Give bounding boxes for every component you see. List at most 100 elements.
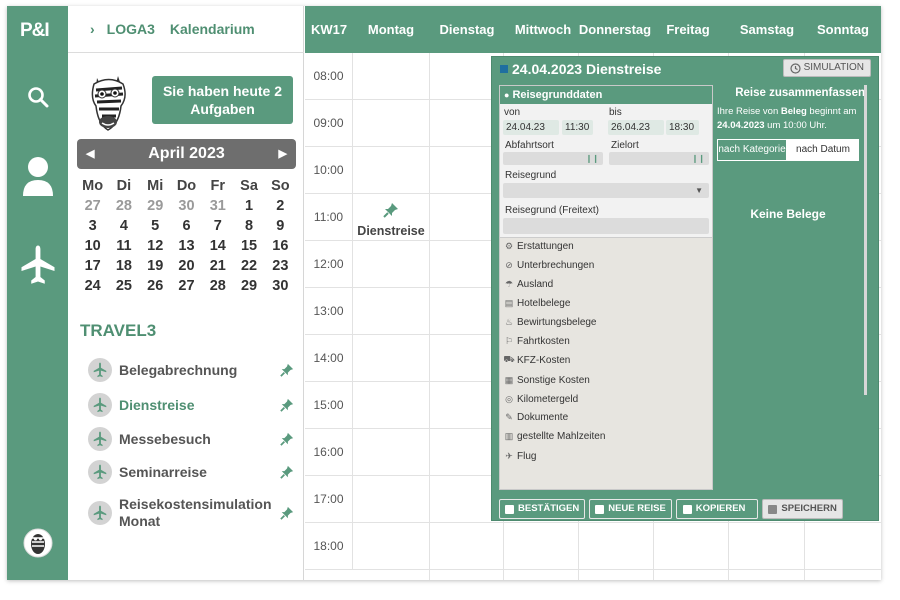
- pin-icon[interactable]: [280, 505, 294, 524]
- receipt-category-item[interactable]: ⊘ Unterbrechungen: [503, 260, 594, 271]
- day-header-sunday[interactable]: Sonntag: [805, 6, 881, 53]
- calendar-day[interactable]: 7: [202, 216, 233, 236]
- calendar-week-row: 24 25 26 27 28 29 30: [77, 276, 296, 296]
- calendar-day[interactable]: 18: [108, 256, 139, 276]
- day-header-monday[interactable]: Montag: [353, 6, 429, 53]
- calendar-day[interactable]: 8: [233, 216, 264, 236]
- calendar-day[interactable]: 26: [140, 276, 171, 296]
- day-header-wednesday[interactable]: Mittwoch: [505, 6, 581, 53]
- calendar-day[interactable]: 16: [265, 236, 296, 256]
- receipt-category-item[interactable]: ✈ Flug: [503, 451, 536, 462]
- abfahrtsort-field[interactable]: ❙❙: [503, 152, 603, 165]
- receipt-category-item[interactable]: ✎ Dokumente: [503, 412, 568, 423]
- hotel-icon: ▤: [504, 298, 514, 308]
- airplane-icon[interactable]: [7, 244, 68, 286]
- calendar-day[interactable]: 11: [108, 236, 139, 256]
- travel-item[interactable]: Seminarreise: [88, 460, 294, 484]
- zielort-field[interactable]: ❙❙: [609, 152, 709, 165]
- calendar-day[interactable]: 19: [140, 256, 171, 276]
- pin-icon[interactable]: [280, 464, 294, 483]
- chevron-right-icon[interactable]: ›: [90, 21, 95, 37]
- calendar-day[interactable]: 5: [140, 216, 171, 236]
- receipt-category-item[interactable]: ▤ Hotelbelege: [503, 298, 571, 309]
- calendar-day[interactable]: 30: [265, 276, 296, 296]
- tab-by-date[interactable]: nach Datum: [787, 139, 859, 161]
- calendar-day[interactable]: 27: [77, 196, 108, 216]
- copy-button[interactable]: KOPIEREN: [675, 499, 759, 519]
- prev-month-icon[interactable]: ◀: [86, 139, 94, 169]
- day-header-saturday[interactable]: Samstag: [729, 6, 805, 53]
- new-trip-button[interactable]: NEUE REISE: [589, 499, 672, 519]
- airplane-icon: ✈: [505, 451, 513, 461]
- bis-time-field[interactable]: 18:30: [666, 120, 699, 135]
- dialog-footer: BESTÄTIGEN NEUE REISE KOPIEREN SPEICHERN: [499, 499, 847, 519]
- calendar-day[interactable]: 6: [171, 216, 202, 236]
- calendar-day[interactable]: 2: [265, 196, 296, 216]
- calendar-day[interactable]: 21: [202, 256, 233, 276]
- receipt-category-item[interactable]: ⛟ KFZ-Kosten: [503, 354, 570, 366]
- pin-icon[interactable]: [280, 362, 294, 381]
- calendar-day[interactable]: 14: [202, 236, 233, 256]
- receipt-category-item[interactable]: ⚙ Erstattungen: [503, 241, 574, 252]
- day-header-tuesday[interactable]: Dienstag: [429, 6, 505, 53]
- calendar-day[interactable]: 1: [233, 196, 264, 216]
- calendar-day[interactable]: 15: [233, 236, 264, 256]
- calendar-day[interactable]: 29: [233, 276, 264, 296]
- day-header-thursday[interactable]: Donnerstag: [577, 6, 653, 53]
- calendar-day[interactable]: 31: [202, 196, 233, 216]
- calendar-day[interactable]: 9: [265, 216, 296, 236]
- time-row: 18:00: [305, 523, 881, 570]
- calendar-day[interactable]: 10: [77, 236, 108, 256]
- calendar-day[interactable]: 12: [140, 236, 171, 256]
- calendar-day[interactable]: 23: [265, 256, 296, 276]
- calendar-day[interactable]: 4: [108, 216, 139, 236]
- calendar-day[interactable]: 30: [171, 196, 202, 216]
- save-button[interactable]: SPEICHERN: [762, 499, 843, 519]
- calendar-day[interactable]: 22: [233, 256, 264, 276]
- simulation-button[interactable]: SIMULATION: [782, 59, 871, 77]
- receipt-category-item[interactable]: ⚐ Fahrtkosten: [503, 336, 570, 347]
- calendar-day[interactable]: 13: [171, 236, 202, 256]
- breadcrumb-item-kalendarium[interactable]: Kalendarium: [170, 21, 255, 37]
- tab-by-category[interactable]: nach Kategorie: [717, 139, 787, 161]
- von-label: von: [504, 107, 521, 118]
- receipt-category-item[interactable]: ▦ Sonstige Kosten: [503, 375, 590, 386]
- calendar-day[interactable]: 20: [171, 256, 202, 276]
- travel-item[interactable]: Dienstreise: [88, 393, 294, 417]
- receipt-category-item[interactable]: ◎ Kilometergeld: [503, 394, 578, 405]
- pin-icon[interactable]: [280, 397, 294, 416]
- calendar-day[interactable]: 28: [108, 196, 139, 216]
- travel-item[interactable]: Reisekostensimulation Monat: [88, 496, 294, 530]
- reisegrund-freitext-field[interactable]: [503, 218, 709, 234]
- next-month-icon[interactable]: ▶: [279, 139, 287, 169]
- calendar-day[interactable]: 28: [202, 276, 233, 296]
- von-time-field[interactable]: 11:30: [562, 120, 593, 135]
- day-header-friday[interactable]: Freitag: [653, 6, 723, 53]
- calendar-event[interactable]: Dienstreise: [353, 196, 429, 242]
- travel-item[interactable]: Messebesuch: [88, 427, 294, 451]
- search-icon[interactable]: [7, 86, 68, 108]
- travel-item[interactable]: Belegabrechnung: [88, 358, 294, 382]
- reisegrund-select[interactable]: ▼: [503, 183, 709, 198]
- receipt-category-item[interactable]: ♨ Bewirtungsbelege: [503, 317, 597, 328]
- summary-tabs: nach Kategorie nach Datum: [717, 139, 859, 161]
- von-date-field[interactable]: 24.04.23: [503, 120, 559, 135]
- tasks-button[interactable]: Sie haben heute 2 Aufgaben: [152, 76, 293, 124]
- calendar-day[interactable]: 25: [108, 276, 139, 296]
- confirm-button[interactable]: BESTÄTIGEN: [499, 499, 586, 519]
- calendar-day[interactable]: 17: [77, 256, 108, 276]
- avatar[interactable]: [7, 528, 68, 558]
- calendar-day[interactable]: 24: [77, 276, 108, 296]
- weekday-row: Mo Di Mi Do Fr Sa So: [77, 176, 296, 196]
- receipt-category-item[interactable]: ▥ gestellte Mahlzeiten: [503, 431, 606, 442]
- scrollbar[interactable]: [864, 85, 867, 395]
- bis-date-field[interactable]: 26.04.23: [608, 120, 664, 135]
- user-icon[interactable]: [7, 156, 68, 198]
- calendar-day[interactable]: 29: [140, 196, 171, 216]
- breadcrumb-item-loga3[interactable]: LOGA3: [107, 21, 155, 37]
- receipt-category-item[interactable]: ☂ Ausland: [503, 279, 553, 290]
- calendar-day[interactable]: 3: [77, 216, 108, 236]
- pin-icon[interactable]: [280, 431, 294, 450]
- section-header: ● Reisegrunddaten: [500, 86, 712, 104]
- calendar-day[interactable]: 27: [171, 276, 202, 296]
